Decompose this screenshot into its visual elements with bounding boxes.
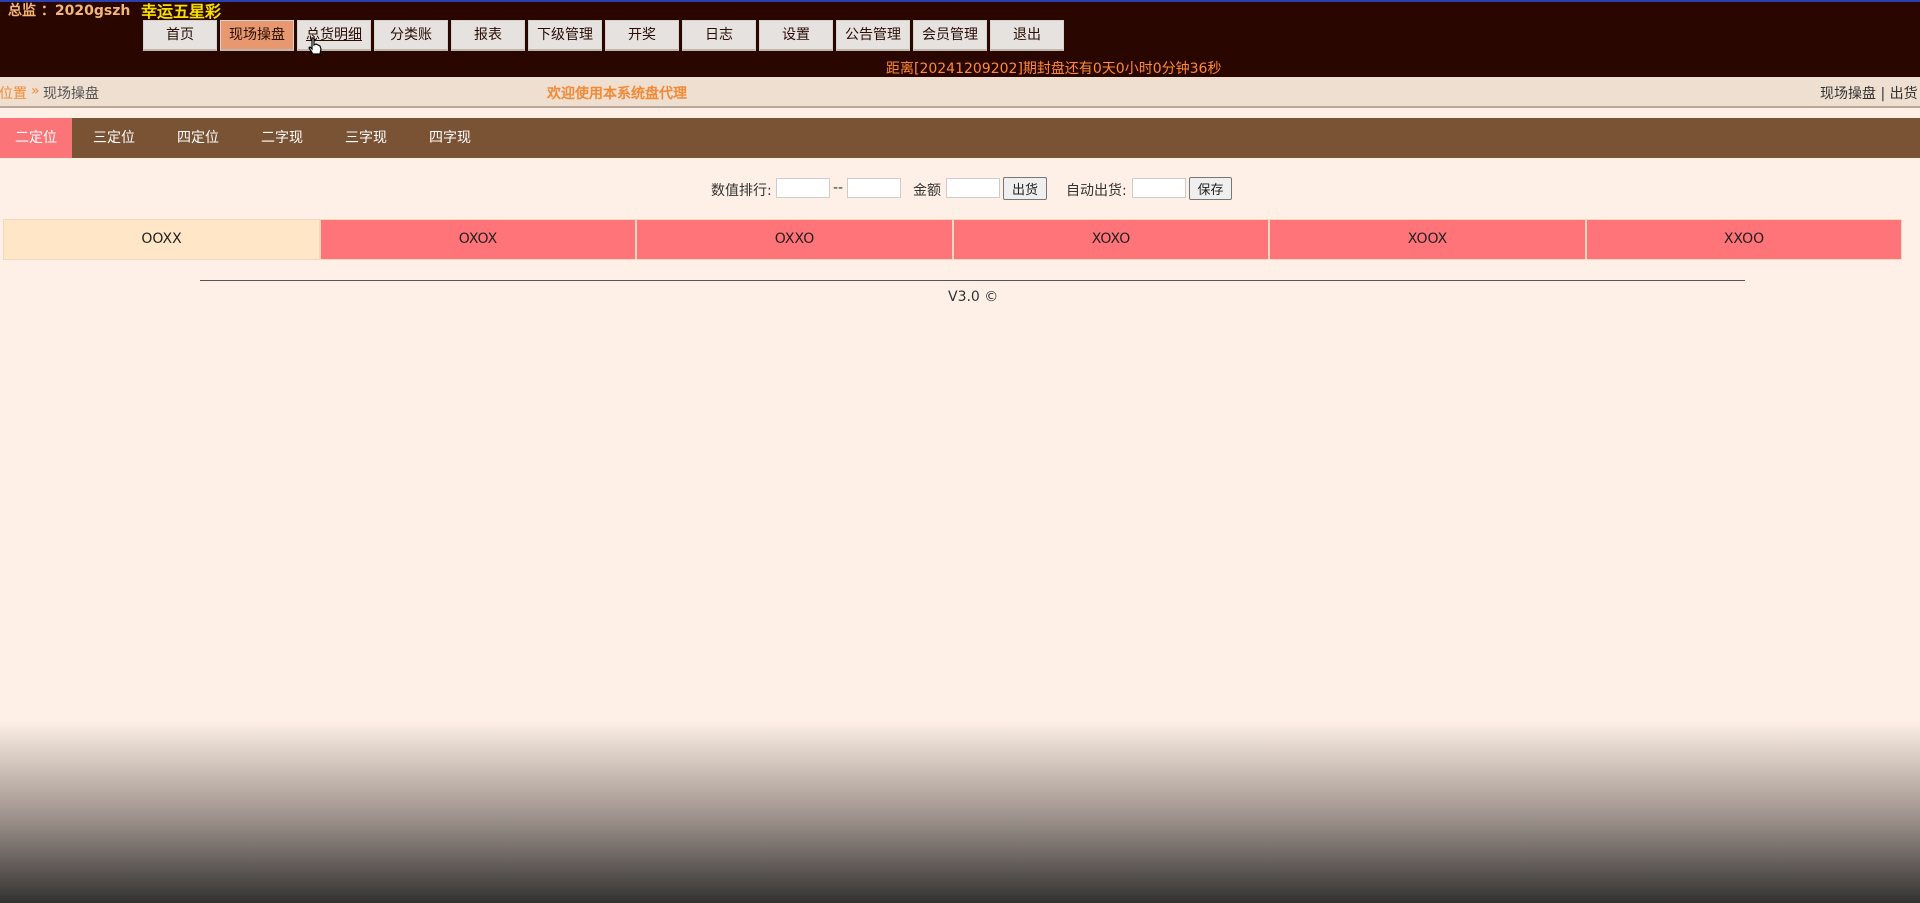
breadcrumb-right-links[interactable]: 现场操盘 | 出货 [1820, 83, 1918, 103]
countdown-text: 距离[20241209202]期封盘还有0天0小时0分钟36秒 [886, 61, 1222, 77]
breadcrumb-home[interactable]: 位置 [0, 83, 27, 103]
ship-button[interactable]: 出货 [1003, 177, 1047, 200]
nav-logout-button[interactable]: 退出 [990, 20, 1064, 51]
amount-label: 金额 [913, 183, 941, 199]
nav-draw-button[interactable]: 开奖 [605, 20, 679, 51]
version-text: V3.0 © [948, 289, 999, 305]
auto-ship-input[interactable] [1132, 178, 1186, 198]
auto-ship-label: 自动出货: [1066, 183, 1127, 199]
combo-cell[interactable]: XOOX [1269, 219, 1586, 260]
nav-ledger-button[interactable]: 分类账 [374, 20, 448, 51]
welcome-message: 欢迎使用本系统盘代理 [547, 86, 687, 102]
bottom-shadow [0, 720, 1920, 903]
nav-home-button[interactable]: 首页 [143, 20, 217, 51]
category-tabs: 二定位 三定位 四定位 二字现 三字现 四字现 [0, 118, 1920, 158]
breadcrumb: 位置 » 现场操盘 欢迎使用本系统盘代理 现场操盘 | 出货 [0, 77, 1920, 108]
combo-row: OOXX OXOX OXXO XOXO XOOX XXOO [3, 219, 1902, 260]
tab-two-digit[interactable]: 二字现 [248, 118, 316, 158]
nav-log-button[interactable]: 日志 [682, 20, 756, 51]
combo-cell[interactable]: OOXX [3, 219, 320, 260]
nav-notice-manage-button[interactable]: 公告管理 [836, 20, 910, 51]
tab-three-position[interactable]: 三定位 [80, 118, 148, 158]
tab-four-position[interactable]: 四定位 [164, 118, 232, 158]
rank-to-input[interactable] [847, 178, 901, 198]
nav-member-manage-button[interactable]: 会员管理 [913, 20, 987, 51]
nav-report-button[interactable]: 报表 [451, 20, 525, 51]
combo-cell[interactable]: XOXO [953, 219, 1269, 260]
breadcrumb-separator: » [31, 83, 40, 99]
rank-label: 数值排行: [711, 183, 772, 199]
top-header: 总监 ：2020gszh 幸运五星彩 首页 现场操盘 总货明细 分类账 报表 下… [0, 0, 1920, 77]
combo-cell[interactable]: XXOO [1586, 219, 1902, 260]
amount-input[interactable] [946, 178, 1000, 198]
rank-from-input[interactable] [776, 178, 830, 198]
combo-cell[interactable]: OXXO [636, 219, 953, 260]
user-label: 总监 ：2020gszh [8, 3, 131, 19]
nav-live-trading-button[interactable]: 现场操盘 [220, 20, 294, 51]
filter-form: 数值排行: -- 金额 出货 自动出货: 保存 [0, 176, 1920, 202]
nav-settings-button[interactable]: 设置 [759, 20, 833, 51]
tab-four-digit[interactable]: 四字现 [416, 118, 484, 158]
footer-divider [200, 280, 1745, 281]
tab-three-digit[interactable]: 三字现 [332, 118, 400, 158]
save-button[interactable]: 保存 [1189, 177, 1232, 200]
nav-sub-manage-button[interactable]: 下级管理 [528, 20, 602, 51]
breadcrumb-current: 现场操盘 [43, 86, 99, 102]
hand-cursor-icon [308, 37, 322, 55]
range-separator: -- [833, 180, 844, 196]
tab-two-position[interactable]: 二定位 [0, 118, 72, 158]
combo-cell[interactable]: OXOX [320, 219, 636, 260]
site-name: 幸运五星彩 [141, 2, 222, 21]
